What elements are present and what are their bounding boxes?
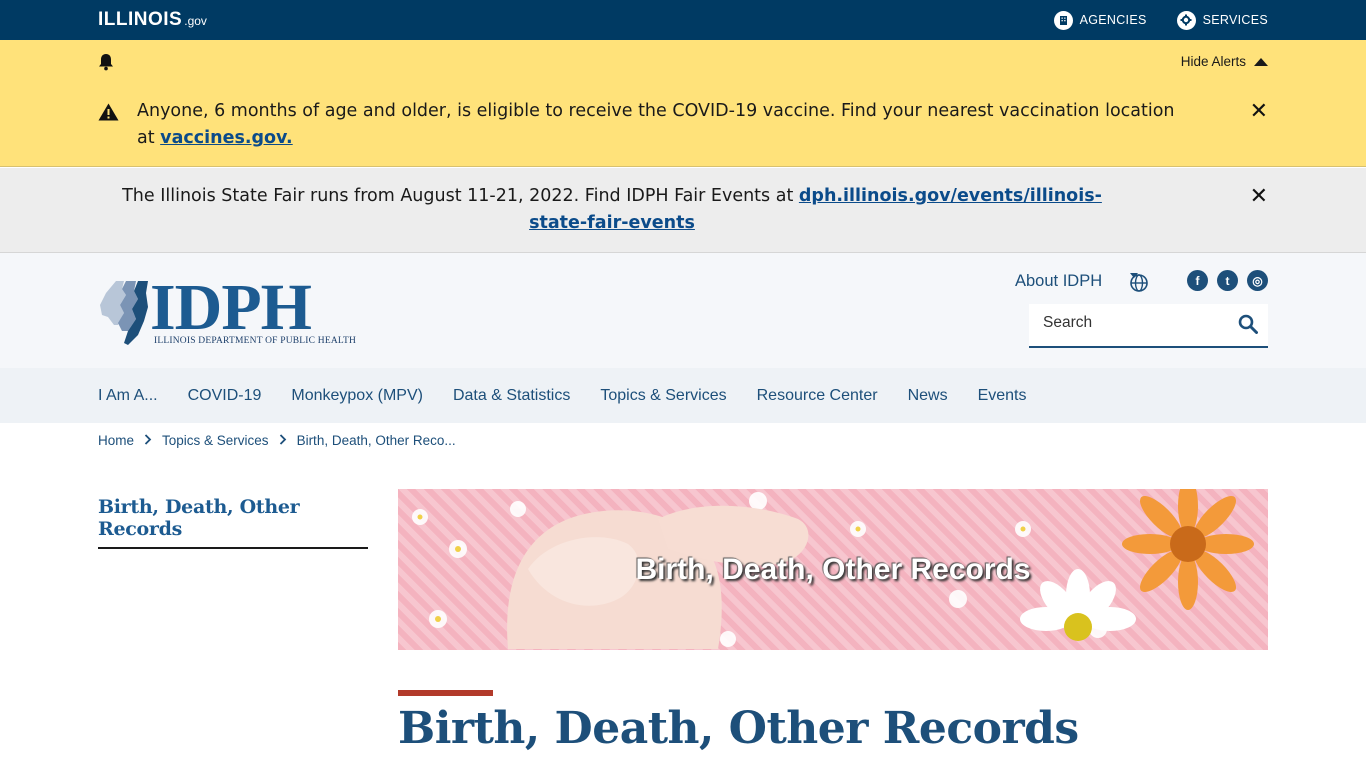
- illinois-gov-logo[interactable]: ILLINOIS .gov: [98, 9, 207, 31]
- breadcrumb-current[interactable]: Birth, Death, Other Reco...: [297, 433, 456, 448]
- about-idph-link[interactable]: About IDPH: [1015, 272, 1102, 291]
- search-input[interactable]: [1043, 314, 1223, 332]
- facebook-icon[interactable]: f: [1187, 270, 1208, 291]
- twitter-icon[interactable]: t: [1217, 270, 1238, 291]
- sidebar-section-title[interactable]: Birth, Death, Other Records: [98, 496, 368, 540]
- main-nav: I Am A... COVID-19 Monkeypox (MPV) Data …: [0, 368, 1366, 423]
- social-links: f t ◎: [1187, 270, 1268, 291]
- nav-item-i-am-a[interactable]: I Am A...: [98, 387, 158, 405]
- idph-logo-subtitle: ILLINOIS DEPARTMENT OF PUBLIC HEALTH: [154, 336, 357, 346]
- state-fair-alert-message: The Illinois State Fair runs from August…: [122, 186, 799, 206]
- warning-icon: [98, 103, 119, 125]
- top-links: AGENCIES SERVICES: [1053, 0, 1268, 40]
- nav-item-monkeypox[interactable]: Monkeypox (MPV): [291, 387, 423, 405]
- nav-item-topics-services[interactable]: Topics & Services: [600, 387, 726, 405]
- agencies-link[interactable]: AGENCIES: [1053, 10, 1147, 30]
- hero-banner: Birth, Death, Other Records: [398, 489, 1268, 650]
- title-accent-bar: [398, 690, 493, 696]
- globe-icon[interactable]: [1129, 272, 1149, 296]
- search-icon[interactable]: [1238, 314, 1258, 338]
- hide-alerts-toggle[interactable]: Hide Alerts: [1181, 54, 1268, 69]
- agencies-label: AGENCIES: [1079, 13, 1147, 27]
- nav-item-covid-19[interactable]: COVID-19: [188, 387, 262, 405]
- state-fair-alert-text: The Illinois State Fair runs from August…: [98, 183, 1126, 237]
- idph-logo-word: IDPH: [150, 271, 312, 344]
- illinois-faces-icon: [100, 281, 148, 345]
- services-label: SERVICES: [1202, 13, 1268, 27]
- illinois-logo-gov: .gov: [184, 14, 207, 28]
- instagram-icon[interactable]: ◎: [1247, 270, 1268, 291]
- nav-item-events[interactable]: Events: [978, 387, 1027, 405]
- top-bar: ILLINOIS .gov AGENCIES SERVICES: [0, 0, 1366, 40]
- chevron-right-icon: [279, 433, 287, 448]
- hide-alerts-label: Hide Alerts: [1180, 54, 1246, 69]
- illinois-logo-word: ILLINOIS: [98, 9, 183, 30]
- breadcrumb: Home Topics & Services Birth, Death, Oth…: [98, 433, 456, 448]
- chevron-right-icon: [144, 433, 152, 448]
- search-box: [1029, 304, 1268, 348]
- services-link[interactable]: SERVICES: [1176, 10, 1268, 30]
- site-header: IDPH ILLINOIS DEPARTMENT OF PUBLIC HEALT…: [0, 253, 1366, 368]
- building-icon: [1053, 10, 1073, 30]
- breadcrumb-home[interactable]: Home: [98, 433, 134, 448]
- gear-icon: [1176, 10, 1196, 30]
- bell-icon: [98, 53, 114, 75]
- covid-alert-text: Anyone, 6 months of age and older, is el…: [137, 98, 1177, 152]
- breadcrumb-topics-services[interactable]: Topics & Services: [162, 433, 269, 448]
- nav-item-news[interactable]: News: [908, 387, 948, 405]
- close-fair-alert-icon[interactable]: ✕: [1250, 186, 1268, 208]
- nav-item-data-statistics[interactable]: Data & Statistics: [453, 387, 570, 405]
- covid-alert-banner: Hide Alerts Anyone, 6 months of age and …: [0, 40, 1366, 167]
- nav-item-resource-center[interactable]: Resource Center: [757, 387, 878, 405]
- vaccines-gov-link[interactable]: vaccines.gov.: [160, 128, 293, 148]
- page-title: Birth, Death, Other Records: [398, 703, 1079, 754]
- caret-up-icon: [1254, 57, 1268, 66]
- state-fair-alert-banner: The Illinois State Fair runs from August…: [0, 168, 1366, 253]
- sidebar-divider: [98, 547, 368, 549]
- close-covid-alert-icon[interactable]: ✕: [1250, 101, 1268, 123]
- idph-logo[interactable]: IDPH ILLINOIS DEPARTMENT OF PUBLIC HEALT…: [98, 271, 356, 347]
- banner-title: Birth, Death, Other Records: [635, 553, 1031, 586]
